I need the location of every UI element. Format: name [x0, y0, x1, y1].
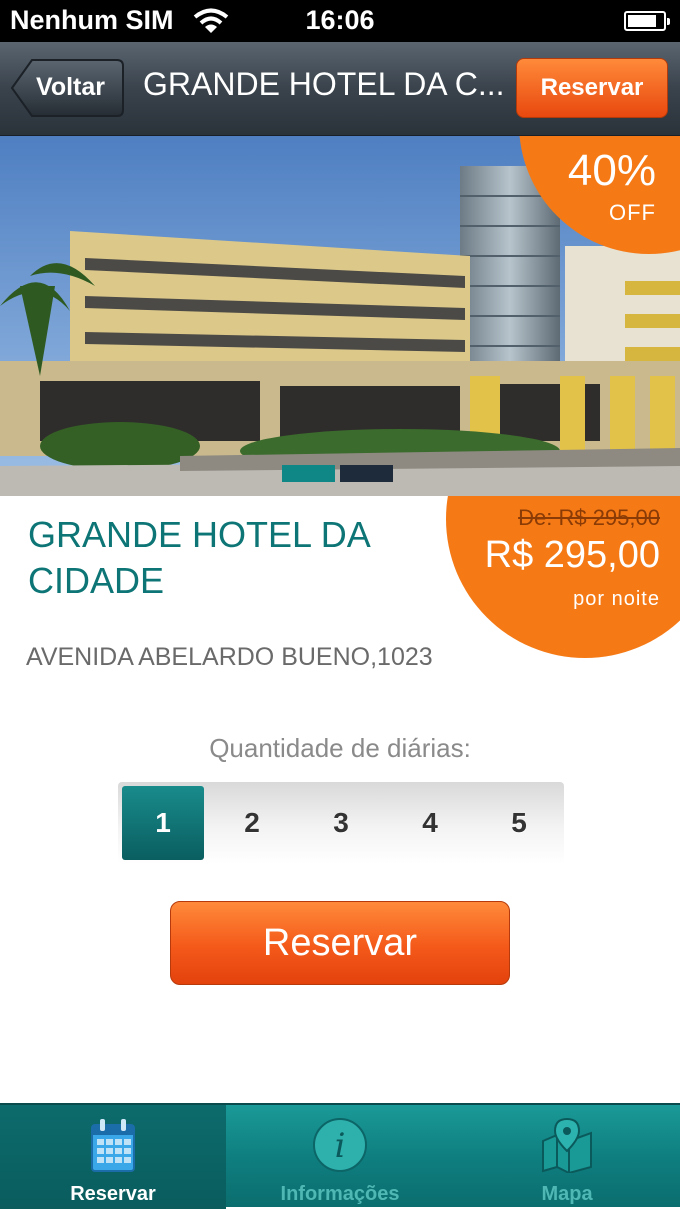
tab-reservar[interactable]: Reservar	[0, 1105, 226, 1209]
pager-dot-2[interactable]	[340, 465, 393, 482]
discount-percent: 40%	[567, 146, 656, 195]
discount-off-label: OFF	[609, 200, 656, 225]
old-price: De: R$ 295,00	[518, 505, 660, 530]
quantity-label: Quantidade de diárias:	[209, 733, 471, 763]
hotel-name: GRANDE HOTEL DA CIDADE	[28, 514, 369, 601]
pager-dot-1[interactable]	[282, 465, 335, 482]
reserve-button[interactable]: Reservar	[170, 901, 510, 985]
nights-option-5[interactable]: 5	[478, 786, 560, 860]
nights-option-1[interactable]: 1	[122, 786, 204, 860]
map-icon	[539, 1117, 595, 1178]
back-label: Voltar	[36, 73, 105, 101]
info-icon: i	[312, 1117, 368, 1178]
tab-mapa[interactable]: Mapa	[454, 1105, 680, 1209]
per-night-label: por noite	[573, 588, 660, 610]
current-price: R$ 295,00	[484, 534, 660, 576]
nights-option-4[interactable]: 4	[389, 786, 471, 860]
tab-informacoes[interactable]: i Informações	[227, 1105, 453, 1209]
clock: 16:06	[305, 5, 375, 35]
nights-option-2[interactable]: 2	[211, 786, 293, 860]
calendar-icon	[90, 1117, 136, 1178]
navigation-bar: Voltar GRANDE HOTEL DA C... Reservar	[0, 42, 680, 136]
svg-text:i: i	[335, 1126, 346, 1166]
nights-selector[interactable]: 1 2 3 4 5	[118, 782, 564, 864]
nights-option-3[interactable]: 3	[300, 786, 382, 860]
tab-bar: Reservar i Informações Mapa	[0, 1103, 680, 1209]
page-title: GRANDE HOTEL DA C...	[143, 66, 505, 102]
hotel-address: AVENIDA ABELARDO BUENO,1023	[26, 643, 433, 671]
status-bar: Nenhum SIM 16:06	[0, 0, 680, 42]
battery-icon	[624, 11, 670, 31]
tab-label-mapa: Mapa	[541, 1183, 593, 1205]
tab-label-reservar: Reservar	[70, 1183, 156, 1205]
reserve-top-button[interactable]: Reservar	[516, 58, 668, 118]
tab-label-informacoes: Informações	[280, 1183, 400, 1205]
back-button[interactable]: Voltar	[10, 58, 125, 118]
